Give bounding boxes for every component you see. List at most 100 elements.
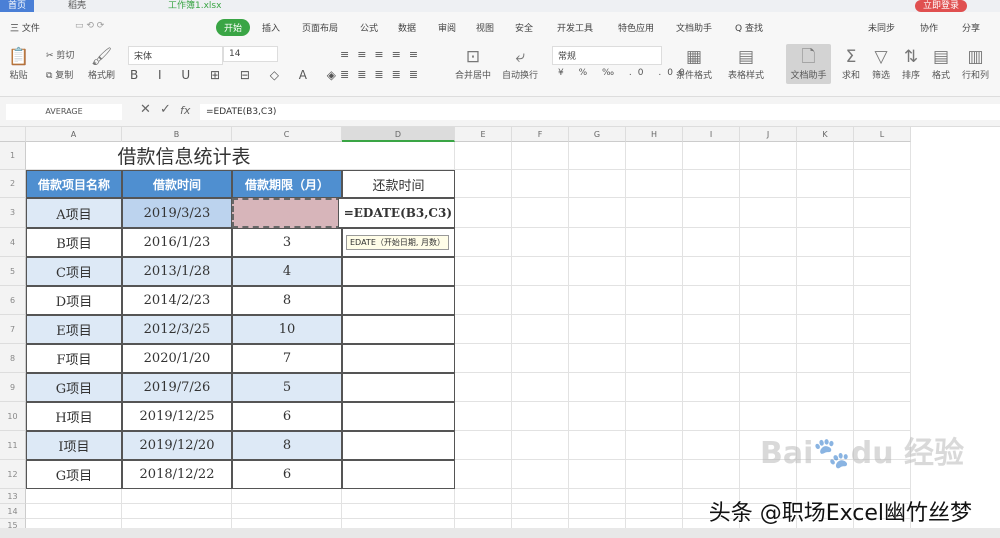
data-cell[interactable]: 2014/2/23 — [122, 286, 232, 315]
cell[interactable] — [626, 373, 683, 402]
cell[interactable] — [569, 344, 626, 373]
data-cell[interactable]: B项目 — [26, 228, 122, 257]
data-cell[interactable]: 6 — [232, 460, 342, 489]
cell[interactable] — [797, 170, 854, 198]
share-button[interactable]: 分享 — [962, 21, 980, 34]
data-cell[interactable]: 8 — [232, 286, 342, 315]
cell[interactable] — [569, 504, 626, 519]
cell[interactable] — [512, 373, 569, 402]
tab-data[interactable]: 数据 — [398, 21, 416, 34]
cell[interactable] — [854, 315, 911, 344]
file-menu[interactable]: 三 文件 — [10, 21, 40, 34]
row-header-5[interactable]: 5 — [0, 257, 26, 286]
cell[interactable] — [854, 373, 911, 402]
column-header-D[interactable]: D — [342, 127, 455, 142]
cell[interactable] — [626, 344, 683, 373]
column-header-E[interactable]: E — [455, 127, 512, 142]
header-cell[interactable]: 还款时间 — [342, 170, 455, 198]
cell[interactable] — [512, 431, 569, 460]
cell[interactable] — [122, 489, 232, 504]
cell[interactable] — [569, 228, 626, 257]
cell[interactable] — [740, 170, 797, 198]
row-header-8[interactable]: 8 — [0, 344, 26, 373]
cell[interactable] — [455, 257, 512, 286]
cell[interactable] — [683, 286, 740, 315]
cell[interactable] — [455, 460, 512, 489]
data-cell[interactable]: 2019/7/26 — [122, 373, 232, 402]
data-cell[interactable]: 5 — [232, 373, 342, 402]
cell[interactable] — [683, 373, 740, 402]
repayment-cell[interactable] — [342, 373, 455, 402]
cancel-icon[interactable]: ✕ — [140, 102, 151, 117]
data-cell[interactable]: 2016/1/23 — [122, 228, 232, 257]
row-header-2[interactable]: 2 — [0, 170, 26, 198]
cell[interactable] — [683, 257, 740, 286]
cell[interactable] — [683, 402, 740, 431]
cell[interactable] — [512, 402, 569, 431]
cell[interactable] — [854, 344, 911, 373]
cell[interactable] — [854, 286, 911, 315]
cell[interactable] — [626, 431, 683, 460]
tab-view[interactable]: 视图 — [476, 21, 494, 34]
cell[interactable] — [740, 315, 797, 344]
cell[interactable] — [455, 373, 512, 402]
cell[interactable] — [683, 228, 740, 257]
cell[interactable] — [512, 170, 569, 198]
cell[interactable] — [26, 504, 122, 519]
data-cell[interactable]: D项目 — [26, 286, 122, 315]
column-header-A[interactable]: A — [26, 127, 122, 142]
cell[interactable] — [232, 489, 342, 504]
data-cell[interactable]: 2019/12/20 — [122, 431, 232, 460]
format-button[interactable]: ▤ 格式 — [932, 46, 950, 81]
cell[interactable] — [342, 489, 455, 504]
column-header-B[interactable]: B — [122, 127, 232, 142]
column-header-H[interactable]: H — [626, 127, 683, 142]
data-cell[interactable]: A项目 — [26, 198, 122, 228]
tab-security[interactable]: 安全 — [515, 21, 533, 34]
table-style-button[interactable]: ▤ 表格样式 — [728, 46, 764, 81]
repayment-cell[interactable] — [342, 402, 455, 431]
data-cell[interactable]: 10 — [232, 315, 342, 344]
editing-cell[interactable]: =EDATE(B3,C3) — [338, 198, 455, 228]
data-cell[interactable]: C项目 — [26, 257, 122, 286]
tab-formulas[interactable]: 公式 — [360, 21, 378, 34]
row-header-7[interactable]: 7 — [0, 315, 26, 344]
cell[interactable] — [455, 198, 512, 228]
cell[interactable] — [797, 344, 854, 373]
cell[interactable] — [797, 315, 854, 344]
cell[interactable] — [569, 460, 626, 489]
data-cell[interactable]: 3 — [232, 198, 342, 228]
row-header-13[interactable]: 13 — [0, 489, 26, 504]
cell[interactable] — [626, 142, 683, 170]
repayment-cell[interactable] — [342, 431, 455, 460]
cell[interactable] — [797, 286, 854, 315]
copy-button[interactable]: ⧉ 复制 — [46, 68, 73, 81]
cell[interactable] — [455, 489, 512, 504]
cell[interactable] — [740, 198, 797, 228]
font-select[interactable]: 宋体 — [128, 46, 223, 65]
login-button[interactable]: 立即登录 — [915, 0, 968, 12]
font-size-select[interactable]: 14 — [223, 46, 278, 62]
data-cell[interactable]: G项目 — [26, 460, 122, 489]
cell[interactable] — [569, 489, 626, 504]
cell[interactable] — [740, 257, 797, 286]
cell[interactable] — [455, 402, 512, 431]
data-cell[interactable]: 3 — [232, 228, 342, 257]
cell[interactable] — [455, 431, 512, 460]
row-header-12[interactable]: 12 — [0, 460, 26, 489]
conditional-format-button[interactable]: ▦ 条件格式 — [676, 46, 712, 81]
cell[interactable] — [455, 344, 512, 373]
cell[interactable] — [512, 460, 569, 489]
cell[interactable] — [569, 198, 626, 228]
tab-workbook[interactable]: 工作簿1.xlsx — [160, 0, 229, 12]
cell[interactable] — [569, 402, 626, 431]
format-painter-button[interactable]: 🖌 格式刷 — [88, 46, 115, 81]
cell[interactable] — [455, 315, 512, 344]
cell[interactable] — [512, 286, 569, 315]
cut-button[interactable]: ✂ 剪切 — [46, 48, 74, 61]
cell[interactable] — [626, 315, 683, 344]
header-cell[interactable]: 借款期限（月） — [232, 170, 342, 198]
sum-button[interactable]: Σ 求和 — [842, 46, 860, 81]
cell[interactable] — [512, 257, 569, 286]
number-format-select[interactable]: 常规 — [552, 46, 662, 65]
